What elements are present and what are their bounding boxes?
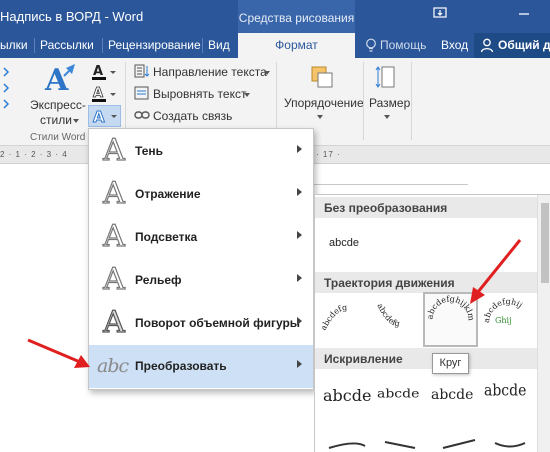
- express-styles-button[interactable]: A: [42, 62, 80, 99]
- text-effects-menu: A Тень A Отражение A Подсветка A Рельеф …: [88, 128, 314, 390]
- path-sample-text: abcdefg: [375, 302, 400, 328]
- svg-text:A: A: [44, 63, 69, 96]
- transform-abc-icon: abc: [97, 355, 129, 377]
- submenu-arrow-icon: [297, 274, 302, 282]
- arrange-icon: [309, 64, 335, 90]
- text-outline-button[interactable]: A: [90, 84, 120, 104]
- tab-separator: [102, 38, 103, 53]
- rotation-a-icon: A: [103, 305, 126, 340]
- chevron-down-icon: [73, 119, 79, 123]
- red-arrow-annotation: [464, 236, 524, 308]
- submenu-arrow-icon: [297, 360, 302, 368]
- chevron-down-icon: [384, 115, 390, 119]
- svg-text:A: A: [93, 64, 103, 79]
- menu-item-bevel[interactable]: A Рельеф: [89, 259, 313, 302]
- ruler-right-marks: · 17 ·: [316, 150, 341, 159]
- menu-item-transform[interactable]: abc Преобразовать: [89, 345, 313, 388]
- link-icon: [134, 108, 150, 122]
- express-styles-label-1: Экспресс-: [30, 98, 86, 112]
- svg-text:abcdefg: abcdefg: [375, 302, 400, 328]
- tell-me-help[interactable]: Помощь: [380, 33, 426, 58]
- submenu-arrow-icon: [297, 231, 302, 239]
- submenu-arrow-icon: [297, 145, 302, 153]
- reflection-a-icon: A: [103, 176, 126, 211]
- window-title: Надпись в ВОРД - Word: [0, 9, 144, 24]
- text-effects-button[interactable]: A: [88, 105, 121, 127]
- gallery-item-arch-up[interactable]: abcdefg: [319, 295, 373, 341]
- submenu-arrow-icon: [297, 317, 302, 325]
- size-button[interactable]: Размер: [369, 96, 410, 110]
- tooltip-circle: Круг: [432, 353, 469, 374]
- lightbulb-icon: [365, 38, 379, 54]
- section-header-warp: Искривление: [315, 348, 537, 369]
- letter-a-styled-icon: A: [42, 62, 80, 99]
- textbox-top-border: [310, 184, 468, 185]
- gallery-scrollbar[interactable]: [537, 195, 550, 452]
- shadow-a-icon: A: [103, 133, 126, 168]
- size-icon: [374, 64, 400, 90]
- menu-item-shadow[interactable]: A Тень: [89, 130, 313, 173]
- menu-item-label: Поворот объемной фигуры: [135, 316, 301, 330]
- menu-item-label: Преобразовать: [135, 359, 227, 373]
- align-text-icon: [134, 86, 150, 100]
- chevron-down-icon: [244, 93, 250, 97]
- chevron-down-icon: [264, 71, 270, 75]
- text-direction-icon: [134, 64, 150, 78]
- menu-item-label: Отражение: [135, 187, 201, 201]
- align-text-button[interactable]: Выровнять текст: [153, 87, 246, 101]
- partial-group-icons: [2, 66, 16, 116]
- tab-separator: [34, 38, 35, 53]
- gallery-item-chevron-warp[interactable]: abcde: [484, 382, 526, 400]
- title-bar: Надпись в ВОРД - Word Средства рисования: [0, 0, 550, 33]
- menu-item-reflection[interactable]: A Отражение: [89, 173, 313, 216]
- gallery-item-row-partial[interactable]: [325, 438, 535, 452]
- svg-text:A: A: [93, 86, 103, 101]
- gallery-item-plain-warp[interactable]: abcde: [323, 386, 371, 405]
- path-sample-text: abcdefg: [319, 303, 348, 332]
- tab-format[interactable]: Формат: [238, 33, 355, 58]
- drawing-tools-context-label: Средства рисования: [238, 0, 355, 33]
- menu-item-3d-rotation[interactable]: A Поворот объемной фигуры: [89, 302, 313, 345]
- share-label: Общий д: [498, 38, 550, 52]
- svg-text:Ghij: Ghij: [495, 316, 512, 325]
- tab-separator: [202, 38, 203, 53]
- gallery-item-stop-warp[interactable]: abcde: [377, 387, 419, 401]
- menu-item-glow[interactable]: A Подсветка: [89, 216, 313, 259]
- group-divider: [411, 62, 412, 140]
- styles-group-label: Стили Word: [30, 132, 86, 143]
- submenu-arrow-icon: [297, 188, 302, 196]
- tab-mailings[interactable]: Рассылки: [40, 33, 94, 58]
- minimize-icon[interactable]: [515, 6, 533, 20]
- text-fill-button[interactable]: A: [90, 62, 120, 82]
- ruler-left-marks: 2 · 1 · 2 · 3 · 4: [0, 150, 68, 159]
- person-icon: [480, 38, 494, 53]
- gallery-item-arch-down[interactable]: abcdefg: [371, 295, 425, 341]
- express-styles-label-2: стили: [40, 113, 72, 127]
- menu-item-label: Тень: [135, 144, 164, 158]
- menu-item-label: Рельеф: [135, 273, 182, 287]
- tab-review[interactable]: Рецензирование: [108, 33, 201, 58]
- group-divider: [363, 62, 364, 140]
- ribbon-tab-row: ылки Рассылки Рецензирование Вид Формат …: [0, 33, 550, 58]
- red-arrow-annotation: [26, 337, 92, 371]
- share-button[interactable]: Общий д: [474, 33, 550, 58]
- sign-in-link[interactable]: Вход: [441, 33, 468, 58]
- scrollbar-thumb[interactable]: [541, 203, 549, 283]
- arrange-button[interactable]: Упорядочение: [284, 96, 364, 110]
- bevel-a-icon: A: [103, 262, 126, 297]
- section-header-no-transform: Без преобразования: [315, 197, 537, 218]
- glow-a-icon: A: [103, 219, 126, 254]
- svg-text:abcdefg: abcdefg: [319, 303, 348, 332]
- restore-icon[interactable]: [431, 6, 449, 20]
- text-direction-button[interactable]: Направление текста: [153, 65, 267, 79]
- gallery-item-triangle-warp[interactable]: abcde: [431, 387, 473, 403]
- create-link-button[interactable]: Создать связь: [153, 109, 232, 123]
- chevron-down-icon: [317, 115, 323, 119]
- svg-text:A: A: [93, 108, 105, 126]
- tab-links[interactable]: ылки: [0, 33, 28, 58]
- tab-view[interactable]: Вид: [208, 33, 230, 58]
- menu-item-label: Подсветка: [135, 230, 198, 244]
- gallery-item-no-transform[interactable]: abcde: [329, 237, 359, 249]
